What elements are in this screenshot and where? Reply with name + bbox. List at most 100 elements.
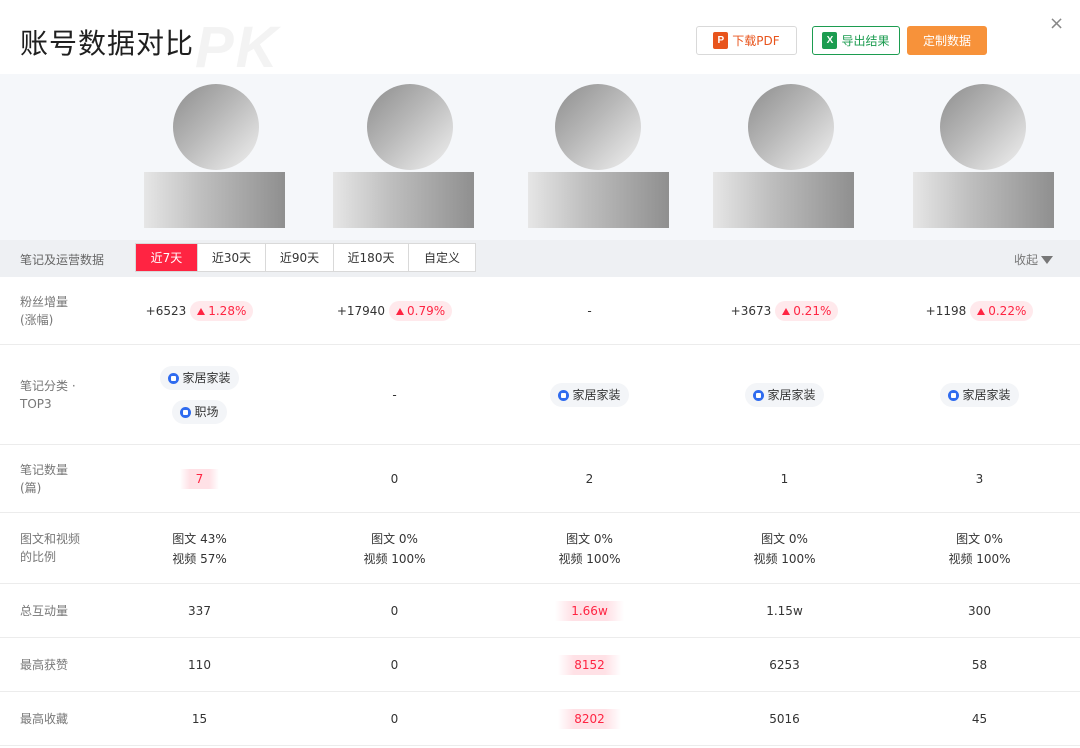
row-label: 最高收藏 — [20, 712, 69, 726]
export-results-label: 导出结果 — [841, 34, 890, 48]
ratio-cell: 图文 0% 视频 100% — [882, 513, 1077, 584]
video-ratio: 视频 57% — [172, 551, 227, 566]
fans-value: +17940 — [336, 304, 386, 318]
row-label-line: 的比例 — [20, 550, 57, 564]
ratio-cell: 图文 0% 视频 100% — [687, 513, 882, 584]
row-label-line: (篇) — [20, 481, 42, 495]
account-name-blurred — [528, 172, 669, 228]
category-tag[interactable]: 家居家装 — [745, 383, 824, 407]
row-max-favorites: 最高收藏 15 0 8202 5016 45 — [0, 692, 1080, 746]
ratio-cell: 图文 0% 视频 100% — [492, 513, 687, 584]
close-icon[interactable]: × — [1049, 14, 1064, 34]
interactions-cell: 300 — [882, 584, 1077, 638]
note-count-cell: 1 — [687, 445, 882, 513]
image-text-ratio: 图文 0% — [566, 531, 613, 546]
fans-cell: +1198 0.22% — [882, 277, 1077, 345]
interactions-cell: 1.15w — [687, 584, 882, 638]
growth-badge: 0.79% — [389, 301, 453, 321]
row-label-line: (涨幅) — [20, 313, 54, 327]
image-text-ratio: 图文 0% — [956, 531, 1003, 546]
category-cell: 家居家装 职场 — [102, 345, 297, 445]
note-count-value: 3 — [975, 472, 984, 486]
note-count-value: 0 — [390, 472, 399, 486]
tab-7-days[interactable]: 近7天 — [136, 244, 198, 271]
fans-cell: +6523 1.28% — [102, 277, 297, 345]
triangle-down-icon — [1041, 255, 1054, 264]
fans-cell: - — [492, 277, 687, 345]
growth-pct: 1.28% — [208, 304, 247, 318]
tab-90-days[interactable]: 近90天 — [266, 244, 334, 271]
likes-value: 110 — [188, 658, 211, 672]
row-label: 笔记分类 · TOP3 — [20, 377, 76, 413]
arrow-up-icon — [396, 307, 405, 315]
row-label: 粉丝增量 (涨幅) — [20, 293, 68, 329]
section-label: 笔记及运营数据 — [20, 253, 105, 267]
pk-watermark: PK — [195, 15, 280, 80]
account-name-blurred — [333, 172, 474, 228]
category-tag[interactable]: 家居家装 — [550, 383, 629, 407]
image-text-ratio: 图文 0% — [371, 531, 418, 546]
interactions-cell: 1.66w — [492, 584, 687, 638]
growth-badge: 1.28% — [190, 301, 254, 321]
tab-custom[interactable]: 自定义 — [409, 244, 475, 271]
growth-badge: 0.21% — [775, 301, 839, 321]
fans-value: +1198 — [925, 304, 967, 318]
row-label-line: 笔记分类 · — [20, 379, 76, 393]
avatar — [173, 84, 259, 170]
category-icon — [948, 389, 960, 401]
page-title: 账号数据对比 — [20, 27, 195, 60]
growth-badge: 0.22% — [970, 301, 1034, 321]
favorites-value: 0 — [390, 712, 399, 726]
download-pdf-button[interactable]: P 下载PDF — [696, 26, 797, 55]
row-label-line: 粉丝增量 — [20, 295, 69, 309]
ratio-cell: 图文 0% 视频 100% — [297, 513, 492, 584]
favorites-value: 8202 — [558, 709, 621, 729]
interactions-value: 0 — [390, 604, 399, 618]
category-tag-label: 职场 — [194, 405, 219, 419]
category-icon — [558, 389, 570, 401]
video-ratio: 视频 100% — [363, 551, 426, 566]
note-count-value: 7 — [179, 469, 220, 489]
category-tag-label: 家居家装 — [182, 371, 231, 385]
arrow-up-icon — [782, 307, 791, 315]
avatar — [748, 84, 834, 170]
category-tag[interactable]: 家居家装 — [940, 383, 1019, 407]
custom-data-label: 定制数据 — [922, 34, 971, 48]
favorites-cell: 15 — [102, 692, 297, 746]
row-note-category: 笔记分类 · TOP3 家居家装 职场 - 家居家装 家居家装 家居家装 — [0, 345, 1080, 445]
account-profile[interactable] — [330, 84, 490, 229]
growth-pct: 0.79% — [407, 304, 446, 318]
account-profile[interactable] — [525, 84, 685, 229]
category-tag[interactable]: 家居家装 — [160, 366, 239, 390]
fans-value: +6523 — [145, 304, 187, 318]
video-ratio: 视频 100% — [948, 551, 1011, 566]
note-count-value: 2 — [585, 472, 594, 486]
account-profile[interactable] — [910, 84, 1070, 229]
account-profile[interactable] — [710, 84, 870, 229]
row-label-line: 图文和视频 — [20, 532, 81, 546]
video-ratio: 视频 100% — [753, 551, 816, 566]
ratio-cell: 图文 43% 视频 57% — [102, 513, 297, 584]
account-profile[interactable] — [141, 84, 301, 229]
likes-cell: 6253 — [687, 638, 882, 692]
row-note-count: 笔记数量 (篇) 7 0 2 1 3 — [0, 445, 1080, 513]
interactions-cell: 0 — [297, 584, 492, 638]
interactions-value: 337 — [188, 604, 211, 618]
likes-cell: 0 — [297, 638, 492, 692]
category-tag[interactable]: 职场 — [172, 400, 227, 424]
tab-180-days[interactable]: 近180天 — [334, 244, 409, 271]
row-label: 最高获赞 — [20, 658, 69, 672]
row-total-interactions: 总互动量 337 0 1.66w 1.15w 300 — [0, 584, 1080, 638]
row-content-ratio: 图文和视频 的比例 图文 43% 视频 57% 图文 0% 视频 100% 图文 0… — [0, 513, 1080, 584]
pdf-file-icon: P — [713, 32, 729, 49]
arrow-up-icon — [977, 307, 986, 315]
fans-cell: +3673 0.21% — [687, 277, 882, 345]
category-tag-label: 家居家装 — [767, 388, 816, 402]
tab-30-days[interactable]: 近30天 — [198, 244, 266, 271]
collapse-label: 收起 — [1014, 253, 1039, 267]
period-tabs: 近7天 近30天 近90天 近180天 自定义 — [135, 243, 476, 272]
export-results-button[interactable]: X 导出结果 — [812, 26, 900, 55]
interactions-value: 1.66w — [555, 601, 624, 621]
collapse-button[interactable]: 收起 — [1014, 251, 1054, 268]
custom-data-button[interactable]: 定制数据 — [907, 26, 987, 55]
